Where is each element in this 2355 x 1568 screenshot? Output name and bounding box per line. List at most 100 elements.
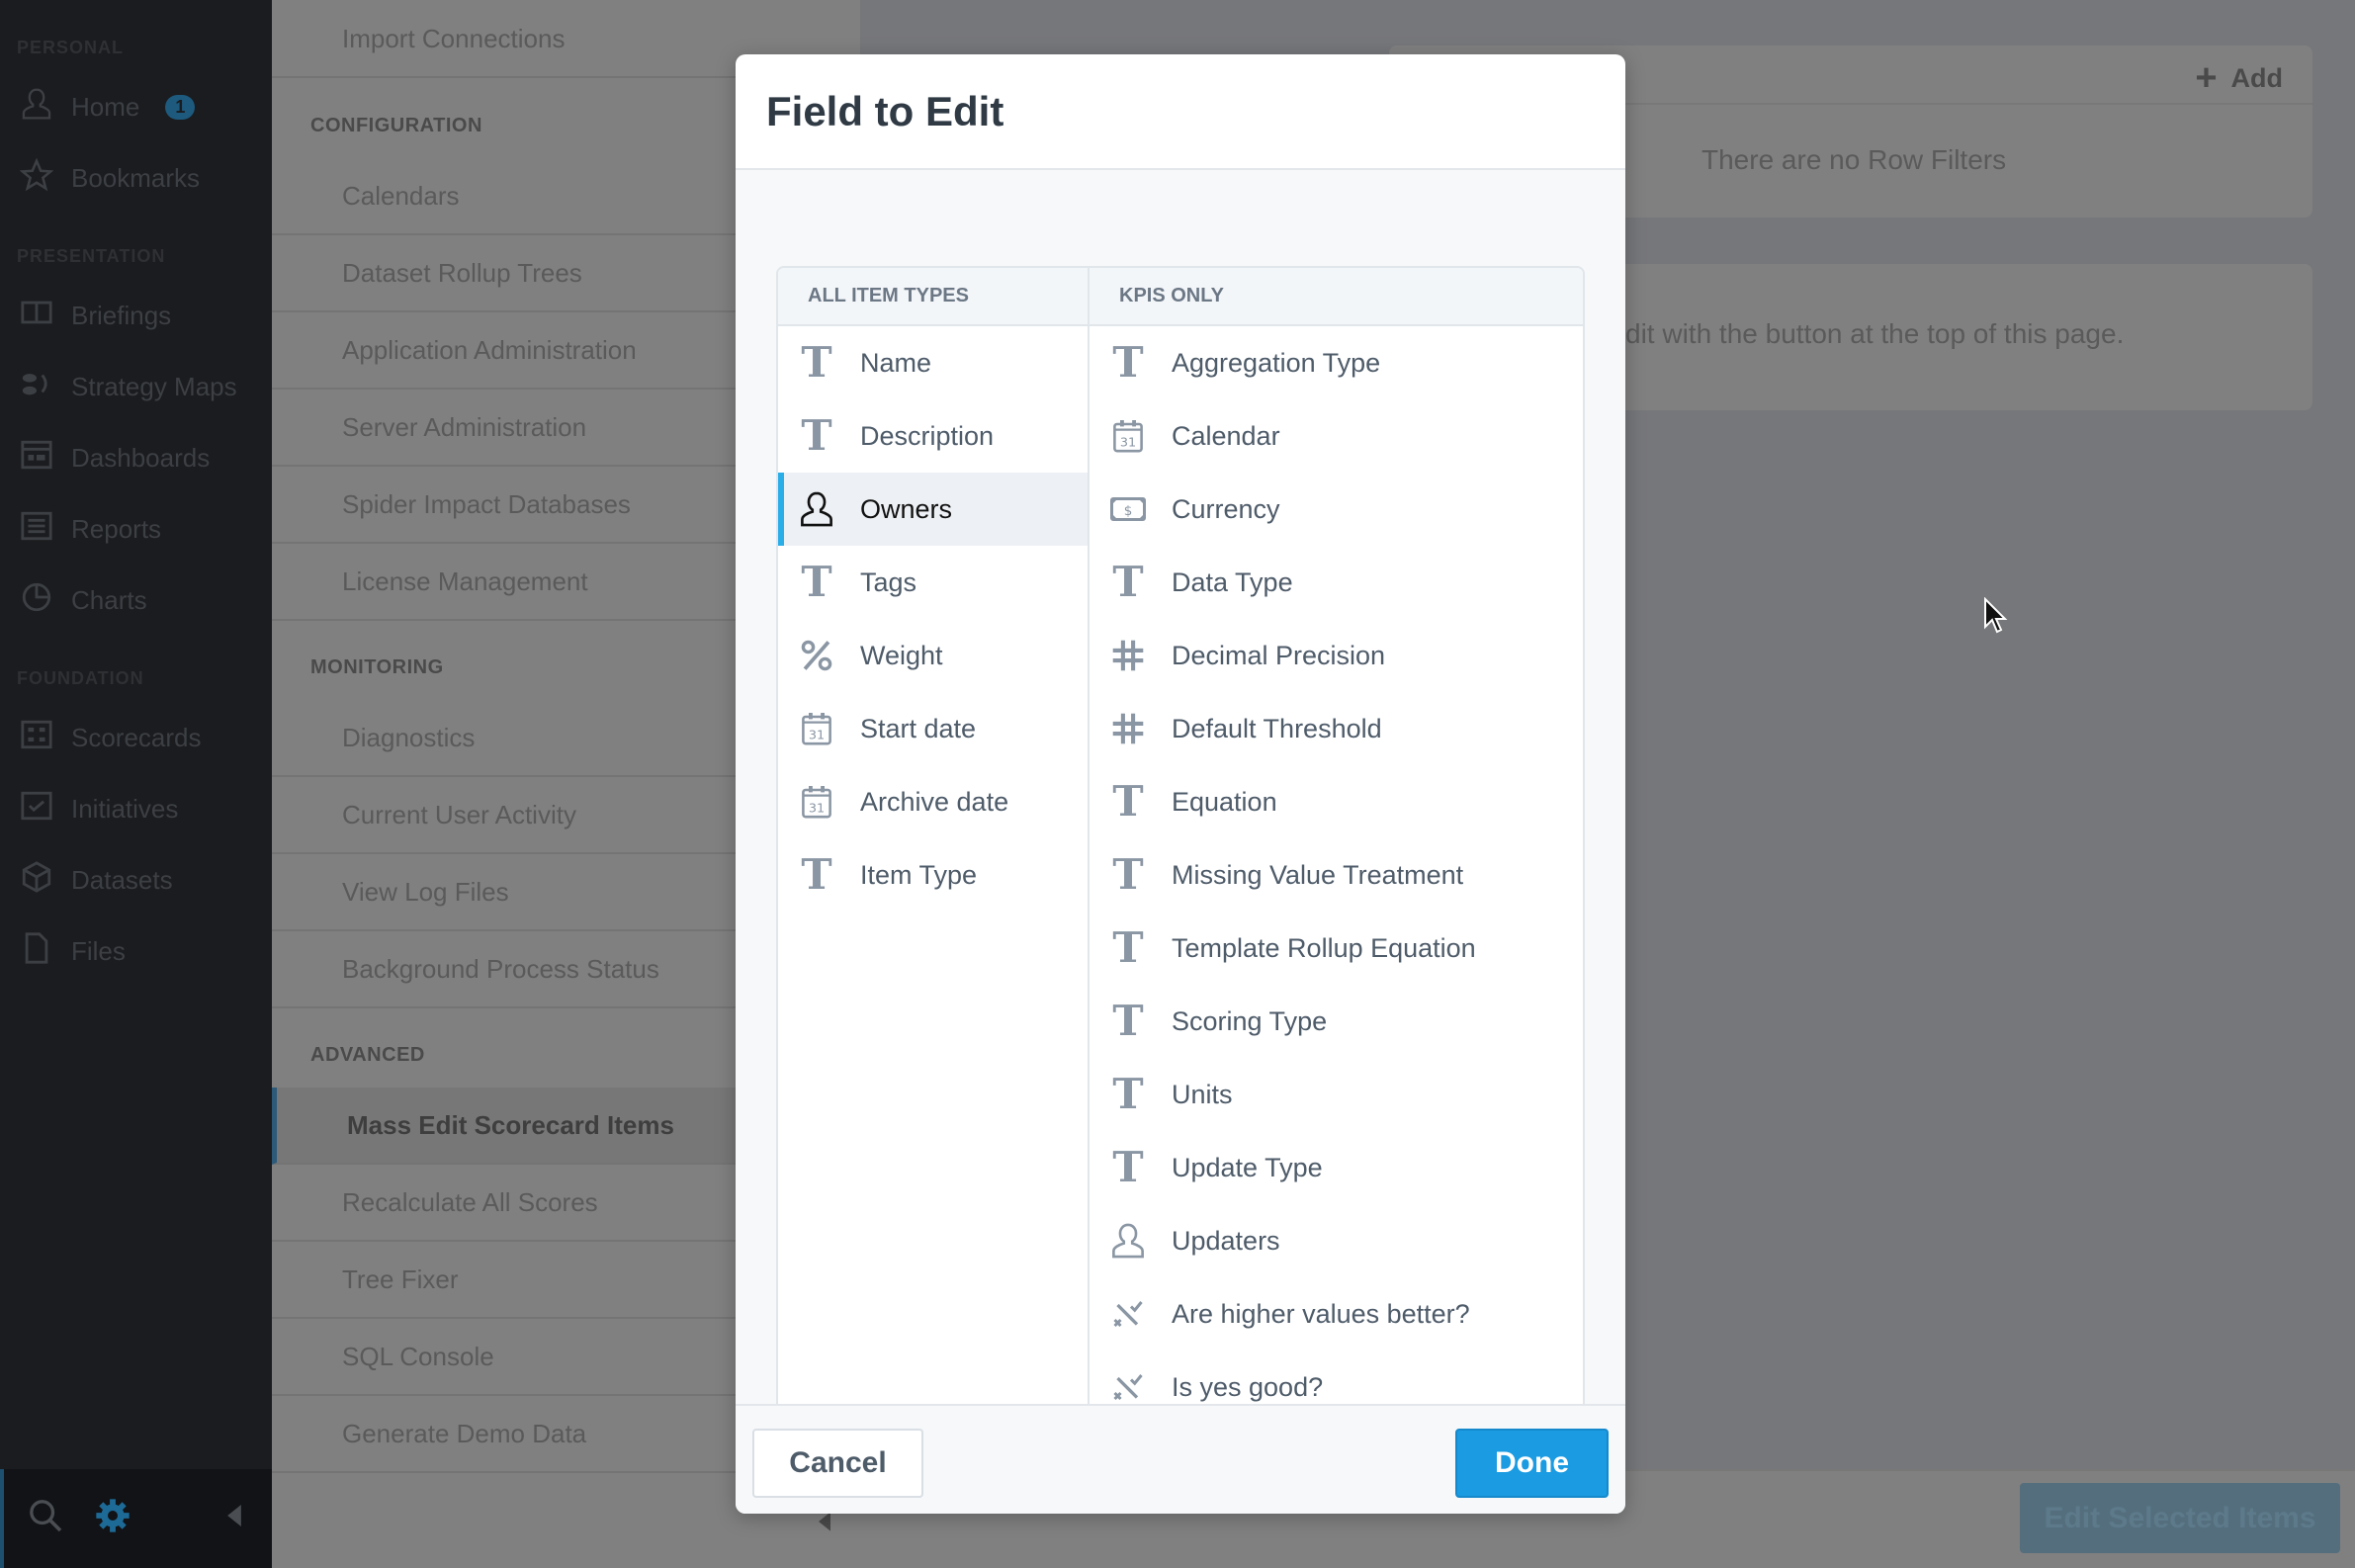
field-option-label: Updaters xyxy=(1172,1225,1280,1256)
sidebar-item-home[interactable]: Home 1 xyxy=(20,82,196,131)
field-option-description[interactable]: T Description xyxy=(778,399,1088,473)
text-icon: T xyxy=(801,850,832,899)
gear-icon[interactable] xyxy=(93,1496,132,1535)
svg-text:$: $ xyxy=(1124,503,1133,519)
calendar-icon: 31 xyxy=(1104,418,1152,454)
field-option-weight[interactable]: Weight xyxy=(778,619,1088,692)
field-option-label: Update Type xyxy=(1172,1152,1323,1182)
field-option-are-higher-values-better[interactable]: Are higher values better? xyxy=(1090,1277,1583,1350)
edit-selected-items-button[interactable]: Edit Selected Items xyxy=(2020,1483,2340,1553)
sidebar-item-scorecards[interactable]: Scorecards xyxy=(20,713,202,762)
field-option-decimal-precision[interactable]: Decimal Precision xyxy=(1090,619,1583,692)
kpis-only-header: KPIS ONLY xyxy=(1090,268,1583,326)
field-option-missing-value-treatment[interactable]: T Missing Value Treatment xyxy=(1090,838,1583,912)
sidebar-item-datasets[interactable]: Datasets xyxy=(20,855,173,905)
done-button[interactable]: Done xyxy=(1455,1429,1609,1498)
field-option-template-rollup-equation[interactable]: T Template Rollup Equation xyxy=(1090,912,1583,985)
field-option-calendar[interactable]: 31 Calendar xyxy=(1090,399,1583,473)
svg-text:31: 31 xyxy=(809,728,825,742)
notification-badge: 1 xyxy=(165,94,196,120)
sidebar-item-reports[interactable]: Reports xyxy=(20,504,161,554)
text-icon: T xyxy=(1112,923,1144,972)
hint-text: dit with the button at the top of this p… xyxy=(1625,318,2125,349)
currency-icon: $ xyxy=(1104,495,1152,523)
field-option-equation[interactable]: T Equation xyxy=(1090,765,1583,838)
text-icon: T xyxy=(1112,1070,1144,1118)
sidebar-item-label: Files xyxy=(71,935,126,966)
field-option-archive-date[interactable]: 31 Archive date xyxy=(778,765,1088,838)
sidebar-item-label: Bookmarks xyxy=(71,162,201,193)
field-option-label: Is yes good? xyxy=(1172,1371,1324,1402)
sidebar-item-charts[interactable]: Charts xyxy=(20,575,147,625)
field-option-label: Equation xyxy=(1172,786,1277,817)
sidebar-section-foundation: FOUNDATION xyxy=(17,668,144,688)
field-option-item-type[interactable]: T Item Type xyxy=(778,838,1088,912)
calendar-icon: 31 xyxy=(793,784,840,820)
sidebar-item-label: Briefings xyxy=(71,300,172,330)
sidebar-item-label: Reports xyxy=(71,513,162,544)
field-option-default-threshold[interactable]: Default Threshold xyxy=(1090,692,1583,765)
percent-icon xyxy=(793,639,840,672)
sidebar-item-bookmarks[interactable]: Bookmarks xyxy=(19,153,201,203)
svg-text:31: 31 xyxy=(1120,435,1136,450)
field-option-label: Currency xyxy=(1172,493,1280,524)
sidebar-item-label: Charts xyxy=(71,584,147,615)
search-icon[interactable] xyxy=(26,1496,65,1535)
sidebar-item-label: Datasets xyxy=(71,864,173,895)
field-option-units[interactable]: T Units xyxy=(1090,1058,1583,1131)
sidebar-item-dashboards[interactable]: Dashboards xyxy=(20,433,210,482)
field-option-label: Units xyxy=(1172,1079,1233,1109)
report-icon xyxy=(20,509,53,550)
field-option-label: Calendar xyxy=(1172,420,1280,451)
text-icon: T xyxy=(1112,1143,1144,1191)
book-icon xyxy=(20,296,53,336)
field-option-update-type[interactable]: T Update Type xyxy=(1090,1131,1583,1204)
field-option-label: Start date xyxy=(860,713,977,743)
pie-chart-icon xyxy=(20,580,53,621)
field-option-scoring-type[interactable]: T Scoring Type xyxy=(1090,985,1583,1058)
boolean-icon xyxy=(1104,1299,1152,1329)
scorecard-icon xyxy=(20,718,53,758)
row-filters-empty-text: There are no Row Filters xyxy=(1701,144,2007,175)
sidebar-item-label: Home xyxy=(71,91,140,122)
person-icon xyxy=(1104,1222,1152,1260)
person-icon xyxy=(793,490,840,528)
nav-section-configuration: CONFIGURATION xyxy=(310,115,482,136)
field-option-updaters[interactable]: Updaters xyxy=(1090,1204,1583,1277)
field-option-start-date[interactable]: 31 Start date xyxy=(778,692,1088,765)
text-icon: T xyxy=(1112,777,1144,826)
cancel-button[interactable]: Cancel xyxy=(752,1429,923,1498)
text-icon: T xyxy=(1112,997,1144,1045)
field-option-label: Owners xyxy=(860,493,953,524)
plus-icon: + xyxy=(2195,57,2218,99)
collapse-panel-icon[interactable] xyxy=(819,1511,830,1532)
field-option-name[interactable]: T Name xyxy=(778,326,1088,399)
sidebar-item-initiatives[interactable]: Initiatives xyxy=(20,784,178,833)
text-icon: T xyxy=(801,338,832,387)
field-option-tags[interactable]: T Tags xyxy=(778,546,1088,619)
calendar-icon: 31 xyxy=(793,711,840,746)
field-option-currency[interactable]: $ Currency xyxy=(1090,473,1583,546)
sidebar-item-strategy-maps[interactable]: Strategy Maps xyxy=(20,362,237,411)
hash-icon xyxy=(1104,712,1152,745)
field-option-label: Missing Value Treatment xyxy=(1172,859,1464,890)
field-option-label: Weight xyxy=(860,640,943,670)
field-option-owners[interactable]: Owners xyxy=(778,473,1088,546)
sidebar-section-presentation: PRESENTATION xyxy=(17,246,166,266)
boolean-icon xyxy=(1104,1372,1152,1402)
sidebar-item-briefings[interactable]: Briefings xyxy=(20,291,171,340)
svg-text:31: 31 xyxy=(809,801,825,816)
text-icon: T xyxy=(801,558,832,606)
sidebar-item-label: Strategy Maps xyxy=(71,371,237,401)
add-row-filter-button[interactable]: + Add xyxy=(2195,59,2283,97)
field-option-data-type[interactable]: T Data Type xyxy=(1090,546,1583,619)
field-option-aggregation-type[interactable]: T Aggregation Type xyxy=(1090,326,1583,399)
checkbox-icon xyxy=(20,789,53,829)
sidebar-item-files[interactable]: Files xyxy=(20,926,126,976)
text-icon: T xyxy=(1112,850,1144,899)
text-icon: T xyxy=(1112,558,1144,606)
nav-section-monitoring: MONITORING xyxy=(310,656,444,678)
field-option-label: Decimal Precision xyxy=(1172,640,1386,670)
collapse-sidebar-icon[interactable] xyxy=(227,1505,241,1526)
sidebar-item-label: Dashboards xyxy=(71,442,211,473)
